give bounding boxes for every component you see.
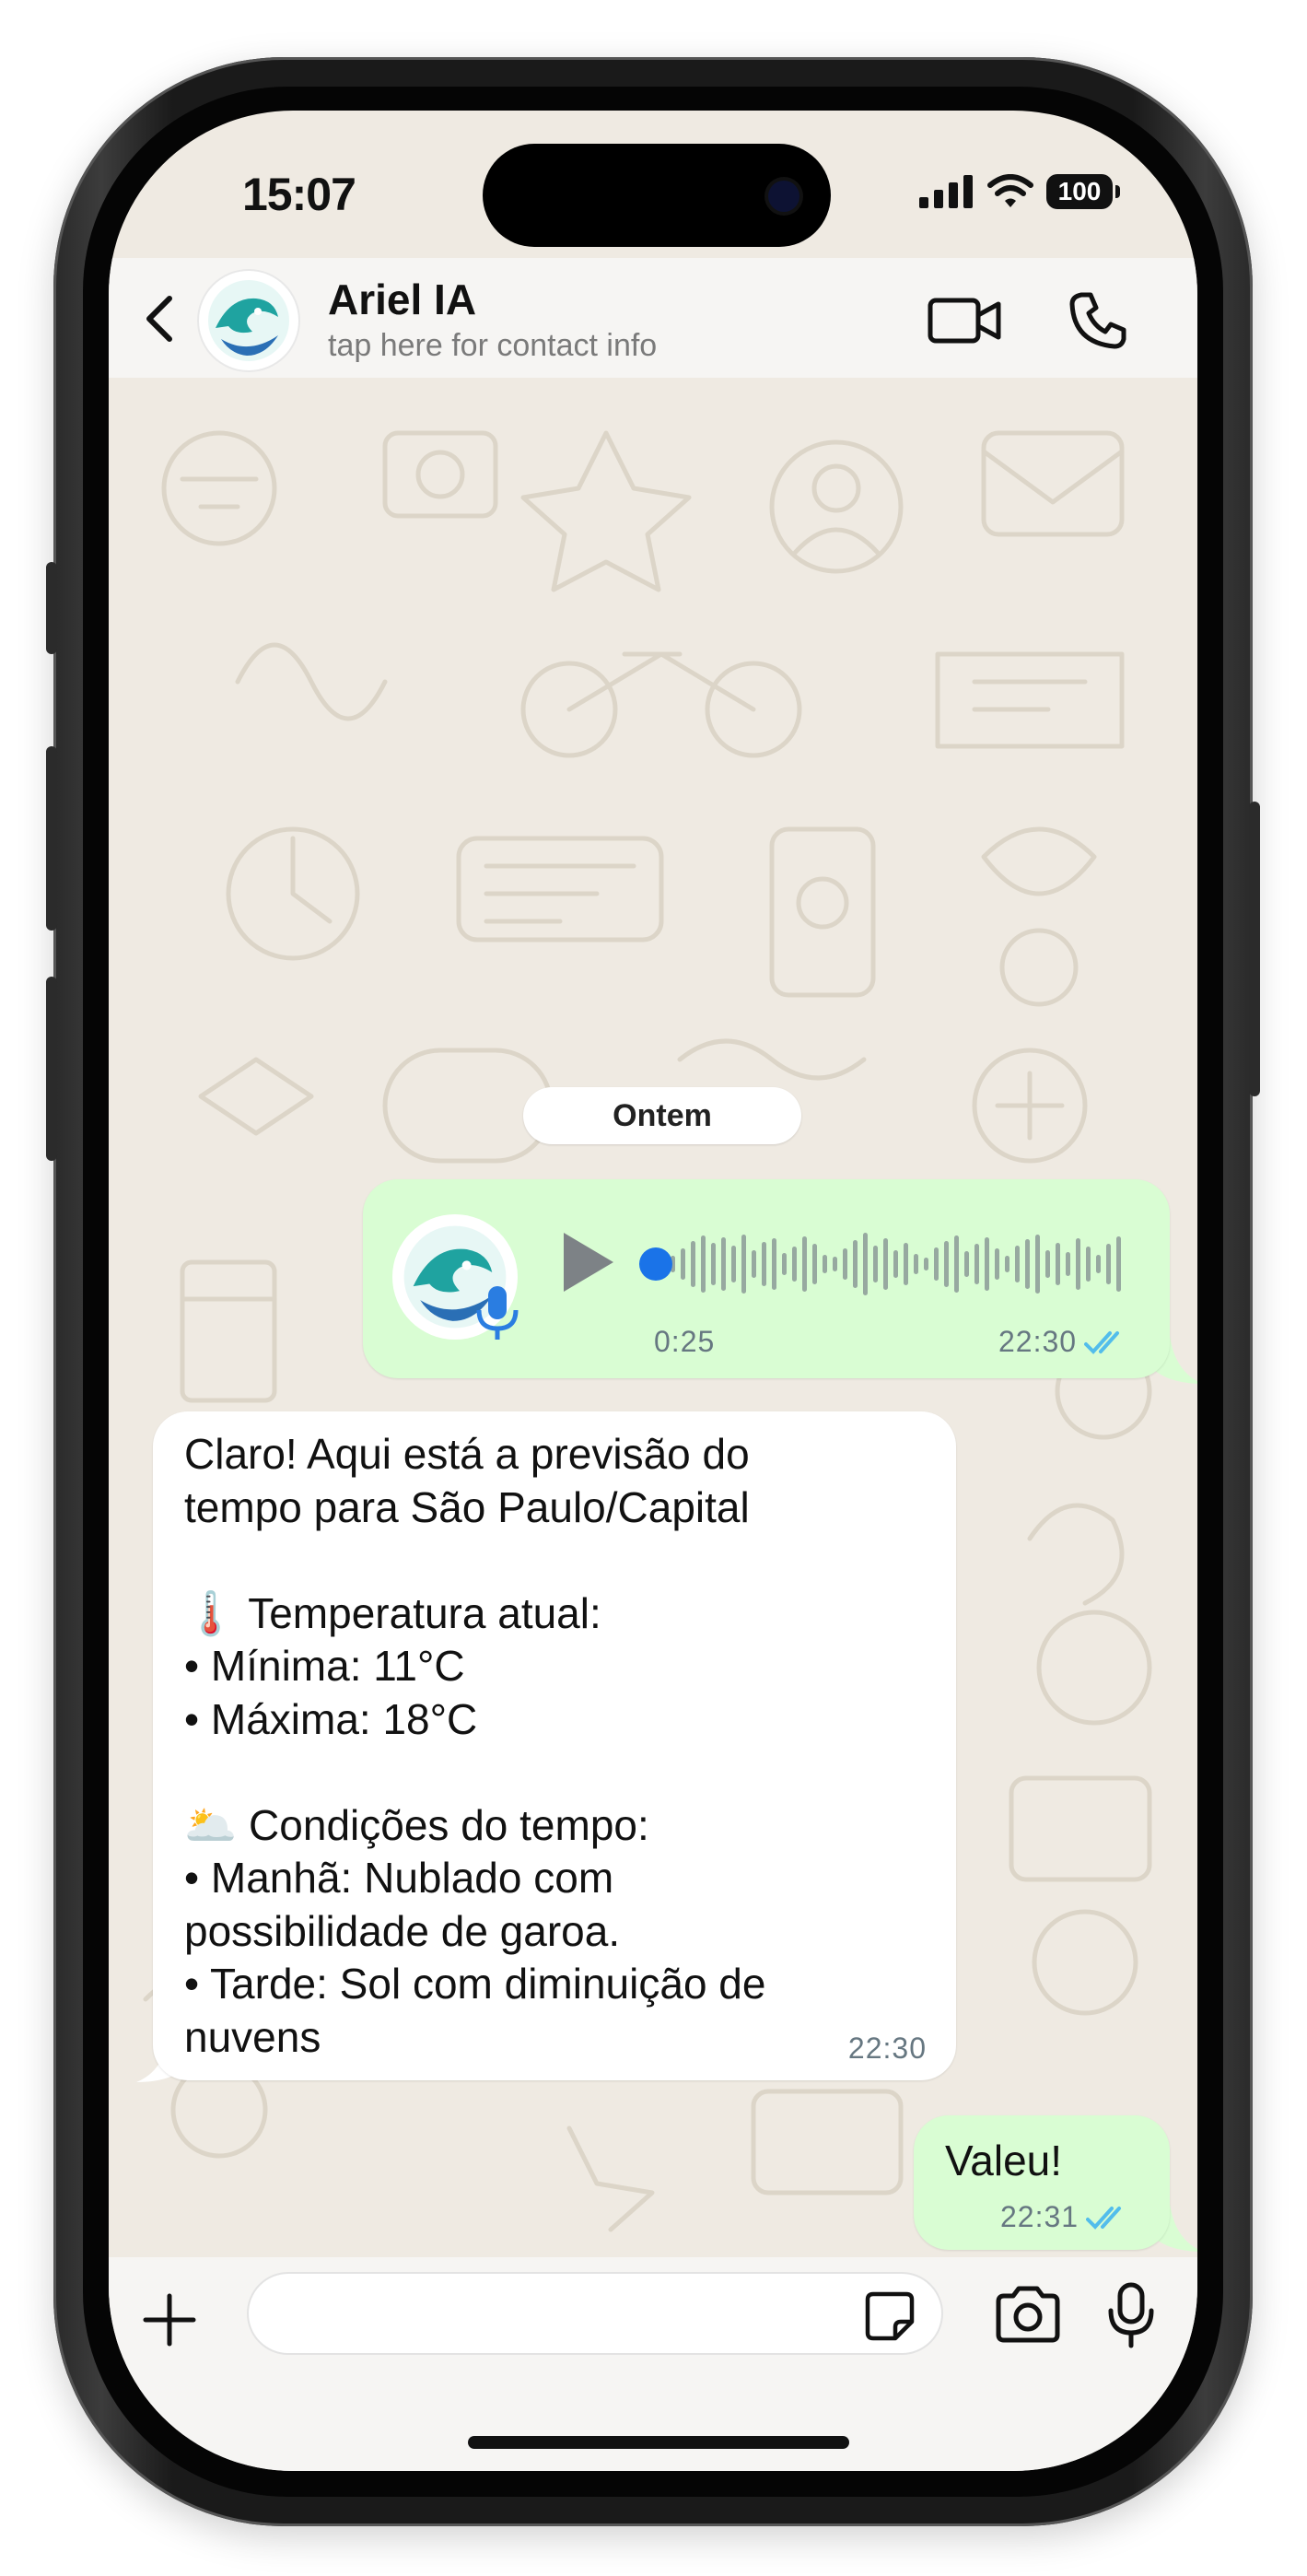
voice-duration: 0:25	[654, 1325, 716, 1358]
message-time-text: 22:30	[998, 1325, 1078, 1358]
waveform-bar	[904, 1243, 908, 1285]
waveform-bar	[681, 1248, 685, 1280]
waveform-bar	[802, 1236, 807, 1292]
message-input[interactable]	[247, 2272, 943, 2355]
waveform-bar	[823, 1255, 827, 1273]
avatar[interactable]	[199, 271, 298, 370]
contact-subtitle[interactable]: tap here for contact info	[328, 328, 657, 364]
waveform-bar	[1035, 1235, 1040, 1294]
waveform-bar	[1086, 1247, 1091, 1282]
volume-down-button	[46, 977, 57, 1161]
battery-icon: 100	[1046, 174, 1120, 209]
waveform-bar	[721, 1237, 726, 1291]
waveform-bar	[711, 1243, 716, 1285]
waveform-bar	[792, 1247, 797, 1282]
waveform-bar	[731, 1246, 736, 1282]
video-call-icon[interactable]	[927, 293, 1004, 348]
message-text: Valeu!	[945, 2137, 1063, 2184]
waveform-bar	[914, 1254, 918, 1274]
waveform-bar	[1066, 1252, 1070, 1276]
microphone-icon[interactable]	[1107, 2281, 1155, 2349]
waveform-bar	[812, 1244, 817, 1284]
waveform-bar	[762, 1242, 766, 1286]
waveform-bar	[701, 1235, 706, 1293]
plus-icon[interactable]	[140, 2290, 199, 2349]
status-icons: 100	[919, 173, 1120, 210]
date-separator: Ontem	[523, 1087, 801, 1144]
waveform-bar	[833, 1257, 837, 1271]
voice-waveform[interactable]	[639, 1227, 1137, 1301]
waveform-bar	[883, 1238, 888, 1290]
message-time: 22:31	[1000, 2200, 1130, 2234]
message-time-text: 22:31	[1000, 2200, 1079, 2233]
action-button	[46, 562, 57, 654]
outgoing-message-bubble[interactable]: Valeu! 22:31	[914, 2115, 1170, 2250]
waveform-bar	[934, 1247, 939, 1281]
message-time: 22:30	[847, 2032, 927, 2065]
sticker-icon[interactable]	[864, 2290, 916, 2342]
waveform-bar	[772, 1238, 776, 1290]
microphone-badge-icon	[476, 1286, 519, 1340]
waveform-bar	[1005, 1256, 1009, 1272]
waveform-bar	[741, 1235, 746, 1294]
waveform-bar	[782, 1253, 787, 1275]
play-icon[interactable]	[556, 1229, 617, 1295]
read-ticks-icon	[1086, 2206, 1122, 2230]
waveform-bar	[964, 1251, 969, 1277]
volume-up-button	[46, 746, 57, 931]
back-chevron-icon[interactable]	[133, 291, 188, 346]
wifi-icon	[987, 174, 1033, 207]
waveform-bar	[924, 1258, 928, 1270]
read-ticks-icon	[1084, 1330, 1120, 1354]
waveform-bar	[944, 1241, 949, 1287]
waveform-bar	[843, 1248, 847, 1280]
waveform-bar	[1106, 1244, 1111, 1284]
front-camera	[768, 181, 799, 212]
waveform-bar	[863, 1233, 868, 1295]
cellular-signal-icon	[919, 175, 973, 208]
power-button	[1249, 802, 1260, 1096]
phone-screen: 15:07 100 Ariel IA tap here for contact …	[109, 111, 1197, 2471]
waveform-bar	[1096, 1255, 1101, 1273]
voice-message-bubble[interactable]: 0:25 22:30	[363, 1179, 1170, 1378]
waveform-bar	[691, 1241, 695, 1287]
waveform-bar	[974, 1244, 979, 1284]
message-time: 22:30	[998, 1325, 1128, 1359]
waveform-bar	[873, 1246, 878, 1282]
logo-wave-icon	[208, 280, 289, 361]
message-text: Claro! Aqui está a previsão do tempo par…	[184, 1430, 766, 2061]
waveform-bar	[1015, 1246, 1020, 1282]
waveform-bar	[752, 1250, 756, 1278]
waveform-bar	[985, 1237, 989, 1291]
home-indicator[interactable]	[468, 2436, 849, 2449]
waveform-bar	[893, 1250, 898, 1278]
playback-progress-dot[interactable]	[639, 1247, 672, 1281]
waveform-bar	[995, 1248, 999, 1280]
phone-icon[interactable]	[1067, 289, 1129, 352]
status-time: 15:07	[242, 169, 356, 220]
incoming-message-bubble[interactable]: Claro! Aqui está a previsão do tempo par…	[153, 1411, 956, 2080]
waveform-bar	[1045, 1250, 1050, 1278]
waveform-bar	[1116, 1236, 1121, 1292]
camera-icon[interactable]	[993, 2285, 1063, 2344]
waveform-bar	[1076, 1238, 1080, 1290]
waveform-bar	[954, 1235, 959, 1293]
waveform-bar	[1025, 1239, 1030, 1289]
waveform-bar	[1056, 1243, 1060, 1285]
waveform-bar	[853, 1240, 858, 1288]
contact-name[interactable]: Ariel IA	[328, 275, 476, 324]
chat-header[interactable]: Ariel IA tap here for contact info	[109, 258, 1197, 378]
